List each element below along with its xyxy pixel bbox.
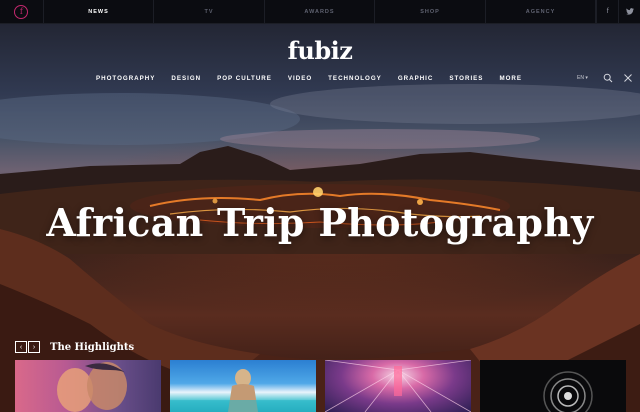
twitter-bird-icon [625, 8, 634, 15]
nav-design[interactable]: DESIGN [171, 75, 201, 82]
top-bar: f NEWS TV AWARDS SHOP AGENCY f [0, 0, 640, 24]
highlights-next-button[interactable]: › [28, 341, 40, 353]
light-tunnel-image [325, 360, 471, 412]
highlight-card-eye[interactable] [480, 360, 626, 412]
nav-technology[interactable]: TECHNOLOGY [328, 75, 382, 82]
highlights-carousel [0, 360, 640, 412]
highlights-prev-button[interactable]: ‹ [15, 341, 27, 353]
section-news[interactable]: NEWS [44, 0, 155, 23]
nav-stories[interactable]: STORIES [449, 75, 483, 82]
brand-logo[interactable]: fubiz [0, 36, 640, 65]
section-shop[interactable]: SHOP [375, 0, 486, 23]
nav-graphic[interactable]: GRAPHIC [398, 75, 434, 82]
search-icon[interactable] [603, 73, 613, 83]
logo-cell[interactable]: f [0, 0, 44, 23]
woman-at-pool-image [170, 369, 316, 412]
section-agency[interactable]: AGENCY [486, 0, 597, 23]
section-tv[interactable]: TV [154, 0, 265, 23]
hero-banner[interactable]: fubiz PHOTOGRAPHY DESIGN POP CULTURE VID… [0, 24, 640, 412]
fubiz-logo-icon[interactable]: f [14, 4, 29, 19]
highlights-title: The Highlights [50, 341, 135, 353]
highlight-card-couple[interactable] [15, 360, 161, 412]
highlights-header: ‹ › The Highlights [15, 341, 134, 353]
nav-photography[interactable]: PHOTOGRAPHY [96, 75, 155, 82]
highlight-card-pool[interactable] [170, 360, 316, 412]
twitter-icon[interactable] [618, 0, 640, 23]
language-selector[interactable]: EN ▾ [577, 75, 588, 81]
highlight-card-lights[interactable] [325, 360, 471, 412]
couple-portrait-image [57, 362, 127, 412]
eye-spiral-image [543, 371, 593, 412]
main-nav: PHOTOGRAPHY DESIGN POP CULTURE VIDEO TEC… [96, 75, 538, 82]
nav-video[interactable]: VIDEO [288, 75, 312, 82]
section-awards[interactable]: AWARDS [265, 0, 376, 23]
facebook-icon[interactable]: f [596, 0, 618, 23]
nav-more[interactable]: MORE [499, 75, 522, 82]
nav-pop-culture[interactable]: POP CULTURE [217, 75, 272, 82]
hero-headline[interactable]: African Trip Photography [0, 200, 640, 245]
close-icon[interactable] [623, 73, 633, 83]
